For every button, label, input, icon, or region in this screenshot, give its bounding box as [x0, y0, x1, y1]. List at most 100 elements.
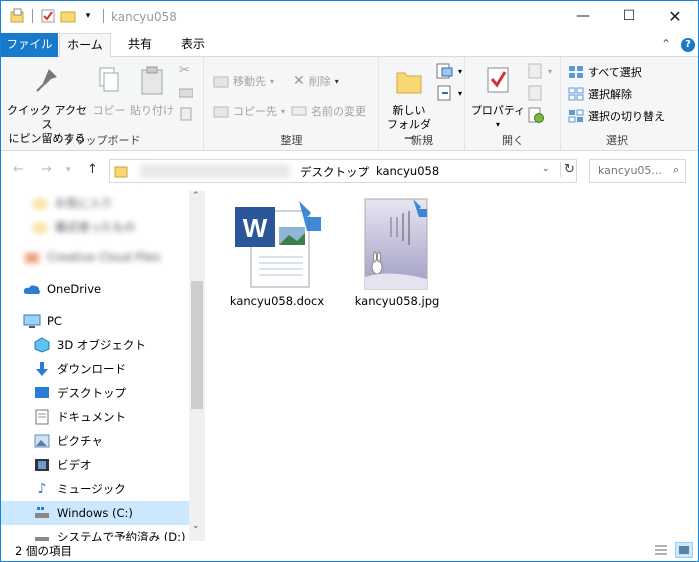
breadcrumb-current[interactable]: kancyu058 [376, 164, 439, 178]
file-name: kancyu058.jpg [354, 294, 440, 308]
tab-share[interactable]: 共有 [117, 33, 163, 57]
explorer-window: ▾ kancyu058 — ☐ ✕ ファイル ホーム 共有 表示 ⌃ ? クイッ… [0, 0, 699, 562]
refresh-icon[interactable]: ↻ [560, 162, 575, 177]
recent-locations-icon[interactable]: ▾ [66, 165, 71, 175]
window-title: kancyu058 [111, 10, 177, 24]
customize-qat-icon[interactable]: ▾ [80, 8, 96, 24]
paste-icon [141, 66, 163, 95]
clipboard-group-label: クリップボード [63, 134, 141, 147]
navigation-bar: ← → ▾ ↑ デスクトップ › kancyu058 ⌄ ↻ kancyu05.… [1, 156, 698, 186]
nav-item-music[interactable]: ♪ ミュージック [1, 477, 189, 501]
nav-scrollbar[interactable]: ⌃ ⌄ [189, 191, 205, 541]
group-clipboard: クイック アクセス にピン留めする コピー 貼り付け ✂ クリップボード [1, 57, 204, 151]
picture-icon [33, 433, 51, 449]
file-item-docx[interactable]: W kancyu058.docx [227, 197, 327, 308]
delete-label: 削除 [308, 75, 331, 88]
details-view-icon[interactable] [653, 542, 669, 558]
maximize-button[interactable]: ☐ [606, 1, 652, 31]
copy-to-label: コピー先 [233, 105, 277, 118]
invert-selection-button[interactable]: 選択の切り替え [568, 108, 665, 124]
select-none-label: 選択解除 [588, 88, 632, 101]
paste-shortcut-icon[interactable] [179, 107, 193, 121]
select-all-button[interactable]: すべて選択 [568, 64, 642, 80]
scroll-up-icon[interactable]: ⌃ [192, 191, 200, 201]
history-icon[interactable] [528, 107, 544, 123]
properties-check-icon[interactable] [40, 8, 56, 24]
new-item-icon[interactable]: ▾ [436, 63, 462, 79]
large-icons-view-icon[interactable] [675, 542, 693, 558]
nav-item-system-d[interactable]: システムで予約済み (D:) [1, 525, 189, 541]
copy-icon [99, 67, 119, 92]
breadcrumb-desktop[interactable]: デスクトップ [300, 164, 369, 180]
address-bar[interactable]: デスクトップ › kancyu058 ⌄ ↻ [109, 159, 577, 183]
help-icon[interactable]: ? [681, 38, 695, 52]
nav-item-onedrive[interactable]: OneDrive [1, 277, 189, 301]
minimize-button[interactable]: — [560, 1, 606, 31]
video-icon [33, 457, 51, 473]
download-icon [33, 361, 51, 377]
tab-file[interactable]: ファイル [1, 33, 58, 57]
open-group-label: 開く [502, 134, 524, 147]
rename-label: 名前の変更 [311, 105, 366, 118]
drive-icon [33, 529, 51, 541]
edit-icon[interactable] [528, 85, 544, 101]
folder-properties-icon[interactable] [9, 8, 25, 24]
cut-icon[interactable]: ✂ [179, 63, 190, 78]
back-arrow-icon[interactable]: ← [13, 162, 24, 177]
tab-view[interactable]: 表示 [170, 33, 216, 57]
nav-item-videos[interactable]: ビデオ [1, 453, 189, 477]
nav-item-3d-objects[interactable]: 3D オブジェクト [1, 333, 189, 357]
organize-group-label: 整理 [280, 134, 303, 147]
group-organize: 移動先 ▾ コピー先 ▾ ✕ 削除 ▾ 名前の変更 整理 [205, 57, 379, 151]
forward-arrow-icon[interactable]: → [41, 162, 52, 177]
search-placeholder: kancyu05... [598, 164, 662, 177]
pc-icon [23, 313, 41, 329]
file-item-jpg[interactable]: kancyu058.jpg [347, 197, 447, 308]
nav-blurred-item[interactable]: 最近使ったもの [1, 215, 189, 239]
open-icon[interactable]: ▾ [528, 63, 552, 79]
search-input[interactable]: kancyu05... ⌕ [589, 159, 686, 183]
invert-selection-label: 選択の切り替え [588, 110, 665, 123]
copy-label: コピー [92, 104, 126, 117]
item-count: 2 個の項目 [15, 544, 72, 558]
cube-icon [33, 337, 51, 353]
ribbon: クイック アクセス にピン留めする コピー 貼り付け ✂ クリップボード 移動先… [1, 57, 698, 151]
select-group-label: 選択 [606, 134, 628, 147]
collapse-ribbon-icon[interactable]: ⌃ [661, 37, 671, 51]
copy-to-button[interactable]: コピー先 ▾ [213, 103, 285, 119]
paste-button[interactable]: 貼り付け [129, 65, 175, 118]
close-button[interactable]: ✕ [652, 1, 698, 31]
easy-access-icon[interactable]: ▾ [436, 85, 462, 101]
nav-item-windows-c[interactable]: Windows (C:) [1, 501, 189, 525]
nav-blurred-item[interactable]: Creative Cloud Files [1, 245, 189, 269]
music-icon: ♪ [37, 481, 47, 497]
address-dropdown-icon[interactable]: ⌄ [542, 164, 550, 174]
nav-item-pictures[interactable]: ピクチャ [1, 429, 189, 453]
nav-item-downloads[interactable]: ダウンロード [1, 357, 189, 381]
nav-item-desktop[interactable]: デスクトップ [1, 381, 189, 405]
rename-button[interactable]: 名前の変更 [291, 103, 366, 119]
scroll-down-icon[interactable]: ⌄ [192, 521, 200, 531]
select-none-button[interactable]: 選択解除 [568, 86, 632, 102]
move-to-button[interactable]: 移動先 ▾ [213, 73, 274, 89]
up-arrow-icon[interactable]: ↑ [87, 162, 98, 177]
nav-blurred-item[interactable]: お気に入り [1, 191, 189, 215]
chevron-right-icon: › [362, 164, 366, 175]
properties-label: プロパティ [470, 104, 526, 117]
group-new: 新しい フォルダー ▾ ▾ 新規 [380, 57, 465, 151]
nav-item-documents[interactable]: ドキュメント [1, 405, 189, 429]
copy-button[interactable]: コピー [89, 65, 129, 118]
properties-button[interactable]: プロパティ ▾ [470, 65, 526, 132]
select-all-icon [569, 66, 583, 78]
quick-access-toolbar: ▾ [9, 8, 107, 24]
title-bar: ▾ kancyu058 — ☐ ✕ [1, 1, 698, 33]
tab-home[interactable]: ホーム [59, 33, 111, 58]
nav-item-pc[interactable]: PC [1, 309, 189, 333]
new-folder-qat-icon[interactable] [60, 8, 76, 24]
select-none-icon [568, 87, 584, 101]
new-folder-icon [396, 72, 422, 94]
navigation-pane: お気に入り 最近使ったもの Creative Cloud Files OneDr… [1, 191, 189, 541]
delete-button[interactable]: ✕ 削除 ▾ [293, 73, 339, 89]
scroll-thumb[interactable] [191, 281, 203, 409]
copy-path-icon[interactable] [179, 87, 193, 99]
